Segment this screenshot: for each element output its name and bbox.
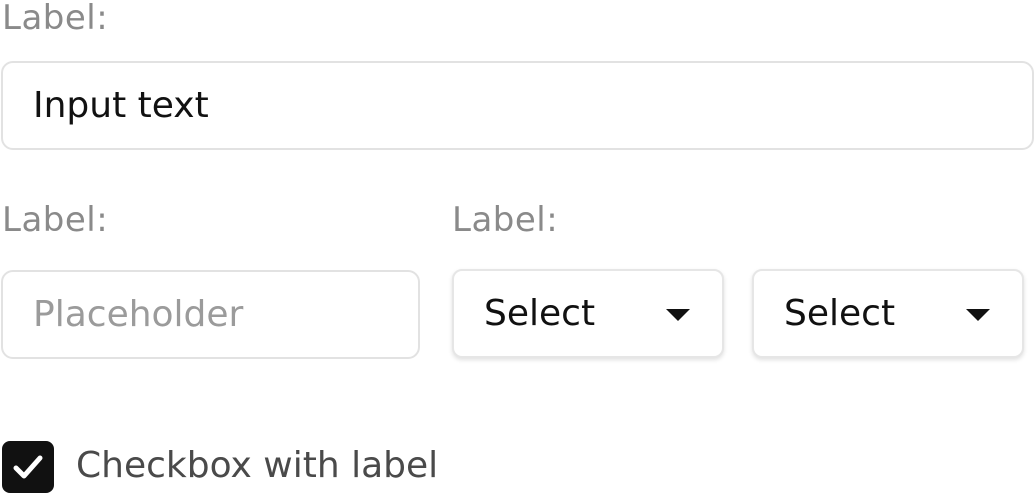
checkmark-icon bbox=[13, 455, 43, 479]
field-label-left: Label: bbox=[2, 200, 109, 240]
select-1-value: Select bbox=[484, 293, 596, 334]
caret-down-icon bbox=[666, 308, 690, 321]
caret-down-icon bbox=[966, 308, 990, 321]
placeholder-input[interactable] bbox=[33, 294, 418, 335]
select-dropdown-2[interactable]: Select bbox=[752, 269, 1024, 358]
select-2-value: Select bbox=[784, 293, 896, 334]
text-input[interactable] bbox=[33, 85, 1032, 126]
field-label-right: Label: bbox=[452, 200, 559, 240]
checkbox[interactable] bbox=[2, 441, 54, 493]
placeholder-input-field[interactable] bbox=[1, 270, 420, 359]
field-label-top: Label: bbox=[2, 0, 109, 38]
checkbox-label[interactable]: Checkbox with label bbox=[76, 444, 438, 488]
select-dropdown-1[interactable]: Select bbox=[452, 269, 724, 358]
text-input-field[interactable] bbox=[1, 61, 1034, 150]
